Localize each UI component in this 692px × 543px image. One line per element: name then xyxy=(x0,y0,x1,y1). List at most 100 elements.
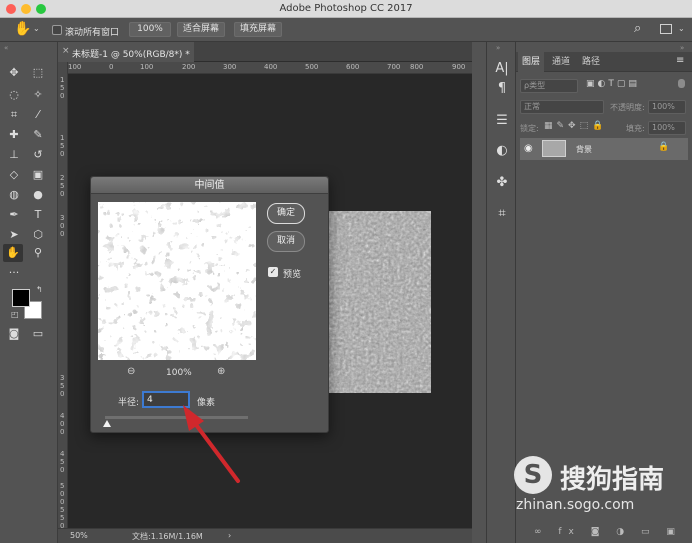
lock-label: 锁定: xyxy=(520,124,539,133)
zoom-out-icon[interactable]: ⊖ xyxy=(127,366,135,377)
hand-tool-preset-icon[interactable]: ✋ xyxy=(14,21,31,37)
visibility-eye-icon[interactable]: ◉ xyxy=(524,143,533,154)
ruler-left-digit: 3 xyxy=(60,374,65,382)
ruler-left-digit: 5 xyxy=(60,458,65,466)
preview-label: 预览 xyxy=(283,270,302,280)
color-adjust-icon[interactable]: ◐ xyxy=(493,142,511,160)
watermark-brand: 搜狗指南 xyxy=(560,465,665,495)
radius-slider-thumb[interactable] xyxy=(103,420,111,427)
ruler-top-label: 100 xyxy=(140,63,154,71)
search-icon[interactable]: ⌕ xyxy=(634,21,641,36)
zoom-in-icon[interactable]: ⊕ xyxy=(217,366,225,377)
zoom-level[interactable]: 50% xyxy=(70,531,88,540)
default-colors-icon[interactable]: ◰ xyxy=(11,310,19,319)
preview-checkbox[interactable]: ✓ xyxy=(268,267,278,277)
eraser-tool-icon[interactable]: ◇ xyxy=(4,166,24,184)
magic-wand-tool-icon[interactable]: ✧ xyxy=(28,86,48,104)
document-tab[interactable]: × 未标题-1 @ 50%(RGB/8*) * xyxy=(58,42,194,62)
layer-row-background[interactable]: ◉ 背景 🔒 xyxy=(520,138,688,160)
panel-menu-icon[interactable]: ≡ xyxy=(676,55,684,66)
ruler-left-digit: 0 xyxy=(60,466,65,474)
ruler-left-digit: 0 xyxy=(60,420,65,428)
fill-screen-button[interactable]: 填充屏幕 xyxy=(234,22,282,37)
filter-type-icons[interactable]: ▣◐T▢▤ xyxy=(586,79,640,89)
dialog-title: 中间值 xyxy=(91,177,328,194)
ruler-left-digit: 0 xyxy=(60,490,65,498)
ruler-left-digit: 5 xyxy=(60,84,65,92)
healing-brush-tool-icon[interactable]: ✚ xyxy=(4,126,24,144)
collapse-icon[interactable]: « xyxy=(4,44,8,52)
document-size-info[interactable]: 文档:1.16M/1.16M xyxy=(132,531,203,542)
more-tools-icon[interactable]: ··· xyxy=(4,264,24,282)
type-tool-icon[interactable]: T xyxy=(28,206,48,224)
shape-tool-icon[interactable]: ⬡ xyxy=(28,226,48,244)
clone-stamp-tool-icon[interactable]: ⊥ xyxy=(4,146,24,164)
median-filter-dialog: 中间值 确定 取消 ✓ 预览 ⊖ 100% ⊕ 半径: 像素 xyxy=(90,176,329,433)
hand-tool-icon[interactable]: ✋ xyxy=(3,244,23,262)
watermark-url: zhinan.sogo.com xyxy=(516,497,635,513)
history-brush-tool-icon[interactable]: ↺ xyxy=(28,146,48,164)
marquee-tool-icon[interactable]: ⬚ xyxy=(28,64,48,82)
character-panel-icon[interactable]: A| xyxy=(493,60,511,78)
ruler-top-label: 900 xyxy=(452,63,466,71)
chevron-down-icon[interactable]: ⌄ xyxy=(33,24,40,33)
zoom-100-button[interactable]: 100% xyxy=(129,22,171,37)
expand-icon[interactable]: » xyxy=(496,44,500,52)
radius-input[interactable] xyxy=(142,391,190,408)
move-tool-icon[interactable]: ✥ xyxy=(4,64,24,82)
ruler-left-digit: 5 xyxy=(60,514,65,522)
window-title: Adobe Photoshop CC 2017 xyxy=(279,3,413,14)
filter-preview[interactable] xyxy=(98,202,256,360)
blur-tool-icon[interactable]: ◍ xyxy=(4,186,24,204)
tab-paths[interactable]: 路径 xyxy=(578,52,604,72)
document-tab-label: 未标题-1 @ 50%(RGB/8*) * xyxy=(72,50,190,60)
cancel-button[interactable]: 取消 xyxy=(267,231,305,252)
radius-unit: 像素 xyxy=(197,398,216,408)
ruler-top-label: 500 xyxy=(305,63,319,71)
opacity-value: 100% xyxy=(652,102,675,111)
fit-screen-button[interactable]: 适合屏幕 xyxy=(177,22,225,37)
scroll-all-windows-checkbox[interactable] xyxy=(52,25,62,35)
brush-tool-icon[interactable]: ✎ xyxy=(28,126,48,144)
layers-panel-icon[interactable]: ☰ xyxy=(493,112,511,130)
quick-mask-icon[interactable]: ◙ xyxy=(4,325,24,343)
lasso-tool-icon[interactable]: ◌ xyxy=(4,86,24,104)
pen-tool-icon[interactable]: ✒ xyxy=(4,206,24,224)
filter-toggle-icon[interactable] xyxy=(678,79,685,88)
workspace-chevron-icon[interactable]: ⌄ xyxy=(678,24,685,33)
layer-lock-icon: 🔒 xyxy=(658,142,670,152)
styles-panel-icon[interactable]: ✤ xyxy=(493,174,511,192)
ruler-left-digit: 0 xyxy=(60,190,65,198)
ruler-left-digit: 0 xyxy=(60,428,65,436)
lock-option-icons[interactable]: ▦✎✥⬚🔒 xyxy=(544,121,607,131)
foreground-color-swatch[interactable] xyxy=(12,289,30,307)
swap-colors-icon[interactable]: ↰ xyxy=(36,285,43,294)
layers-panel-tabs: 图层 通道 路径 ≡ xyxy=(516,52,692,72)
crop-tool-icon[interactable]: ⌗ xyxy=(4,106,24,124)
fill-input[interactable]: 100% xyxy=(648,121,686,135)
eyedropper-tool-icon[interactable]: ⁄ xyxy=(28,106,48,124)
tab-layers[interactable]: 图层 xyxy=(518,52,545,72)
ruler-left-digit: 0 xyxy=(60,498,65,506)
layer-action-icons[interactable]: ∞ fx ◙ ◑ ▭ ▣ 🗑 xyxy=(534,527,692,537)
dodge-tool-icon[interactable]: ● xyxy=(28,186,48,204)
status-menu-icon[interactable]: › xyxy=(228,531,231,540)
layer-filter-select[interactable]: ρ类型 xyxy=(520,79,578,93)
paragraph-panel-icon[interactable]: ¶ xyxy=(493,80,511,98)
radius-slider-track[interactable] xyxy=(105,416,248,419)
ok-button[interactable]: 确定 xyxy=(267,203,305,224)
opacity-input[interactable]: 100% xyxy=(648,100,686,114)
blend-mode-select[interactable]: 正常 xyxy=(520,100,604,114)
zoom-tool-icon[interactable]: ⚲ xyxy=(28,244,48,262)
options-bar: ✋ ⌄ 滚动所有窗口 100% 适合屏幕 填充屏幕 ⌕ ⌄ xyxy=(0,18,692,42)
screen-mode-icon[interactable]: ▭ xyxy=(28,325,48,343)
crop-panel-icon[interactable]: ⌗ xyxy=(493,205,511,223)
close-tab-icon[interactable]: × xyxy=(62,46,70,56)
tab-channels[interactable]: 通道 xyxy=(548,52,574,72)
workspace-icon[interactable] xyxy=(660,24,672,34)
path-selection-tool-icon[interactable]: ➤ xyxy=(4,226,24,244)
collapse-panel-icon[interactable]: » xyxy=(680,44,684,52)
document-image[interactable] xyxy=(326,211,431,393)
gradient-tool-icon[interactable]: ▣ xyxy=(28,166,48,184)
ruler-top-label: 200 xyxy=(182,63,196,71)
